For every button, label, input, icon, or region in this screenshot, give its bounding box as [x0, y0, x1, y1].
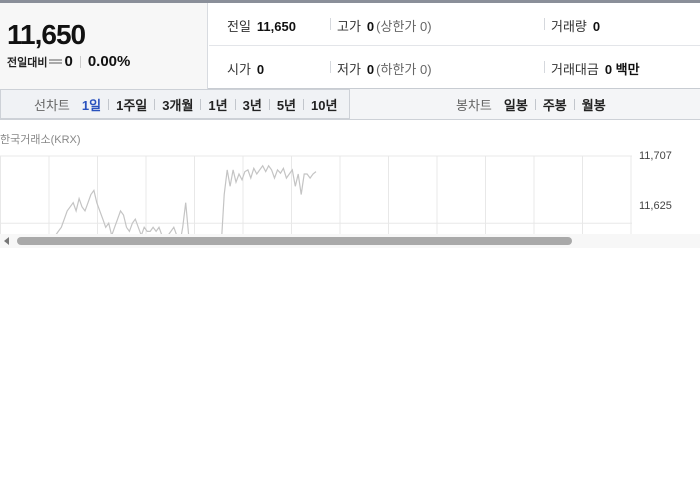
- stat-low: 저가 0 (하한가 0): [330, 59, 432, 78]
- tab-range-3[interactable]: 1년: [208, 95, 227, 114]
- stat-sub: (상한가 0): [376, 19, 432, 34]
- stats-row: 전일 11,650 고가 0 (상한가 0) 거래량 0: [209, 3, 700, 46]
- stat-value: 0: [366, 19, 375, 34]
- tab-candle-1[interactable]: 주봉: [543, 95, 567, 114]
- stat-value: 0 백만: [604, 62, 640, 77]
- tab-range-4[interactable]: 3년: [243, 95, 262, 114]
- chart-tabs: 선차트 1일 1주일 3개월 1년 3년 5년 10년 봉차트 일봉 주봉 월봉: [0, 89, 700, 120]
- chart-scrollbar[interactable]: [0, 234, 700, 248]
- change-row: 전일대비 0 0.00%: [7, 53, 130, 70]
- tab-divider: [234, 98, 236, 110]
- stat-prev-close: 전일 11,650: [227, 16, 296, 35]
- tab-range-5[interactable]: 5년: [277, 95, 296, 114]
- tab-divider: [573, 98, 575, 110]
- current-price: 11,650: [7, 19, 86, 50]
- stat-label: 저가: [337, 62, 361, 77]
- scroll-left-arrow-icon[interactable]: [4, 237, 9, 245]
- stat-label: 고가: [337, 19, 361, 34]
- change-value: 0: [64, 53, 73, 70]
- tab-range-1[interactable]: 1주일: [116, 95, 147, 114]
- stat-value: 11,650: [256, 19, 296, 34]
- stat-sub: (하한가 0): [376, 62, 432, 77]
- y-tick-label: 11,707: [639, 150, 672, 162]
- tab-divider: [534, 98, 536, 110]
- tab-range-2[interactable]: 3개월: [162, 95, 193, 114]
- stats-table: 전일 11,650 고가 0 (상한가 0) 거래량 0 시가 0 저가 0 (하한가 0) …: [209, 3, 700, 89]
- stat-value: 0: [366, 62, 375, 77]
- stat-label: 시가: [227, 62, 251, 77]
- price-chart: 한국거래소(KRX) 11,707 11,625: [0, 121, 700, 234]
- tab-candle-0[interactable]: 일봉: [504, 95, 528, 114]
- quote-summary: 11,650 전일대비 0 0.00% 전일 11,650 고가 0 (상한가 0) …: [0, 3, 700, 89]
- tab-divider: [200, 98, 202, 110]
- tab-range-6[interactable]: 10년: [311, 95, 337, 114]
- candle-chart-tabs: 봉차트 일봉 주봉 월봉: [350, 89, 700, 119]
- stat-trade-value: 거래대금 0 백만: [544, 59, 640, 78]
- tab-divider: [108, 98, 110, 110]
- stat-value: 0: [256, 62, 265, 77]
- tab-range-0[interactable]: 1일: [82, 95, 101, 114]
- candle-chart-title: 봉차트: [456, 97, 492, 113]
- chart-plot: [0, 155, 632, 234]
- stats-row: 시가 0 저가 0 (하한가 0) 거래대금 0 백만: [209, 46, 700, 89]
- price-series-line: [55, 164, 317, 234]
- scroll-thumb[interactable]: [17, 237, 572, 245]
- line-chart-title: 선차트: [34, 97, 70, 113]
- stat-label: 거래대금: [551, 62, 599, 77]
- tab-divider: [154, 98, 156, 110]
- tab-divider: [303, 98, 305, 110]
- stat-high: 고가 0 (상한가 0): [330, 16, 432, 35]
- line-chart-tabs: 선차트 1일 1주일 3개월 1년 3년 5년 10년: [0, 89, 350, 119]
- divider: [79, 55, 81, 68]
- stat-label: 거래량: [551, 19, 587, 34]
- stat-volume: 거래량 0: [543, 16, 601, 35]
- stat-value: 0: [592, 19, 601, 34]
- change-label: 전일대비: [7, 56, 48, 69]
- tab-candle-2[interactable]: 월봉: [582, 95, 606, 114]
- flat-change-icon: [49, 59, 63, 64]
- change-percent: 0.00%: [87, 53, 131, 70]
- price-box: 11,650 전일대비 0 0.00%: [0, 3, 208, 89]
- stat-open: 시가 0: [227, 59, 264, 78]
- tab-divider: [268, 98, 270, 110]
- y-tick-label: 11,625: [639, 200, 672, 212]
- stat-label: 전일: [227, 19, 251, 34]
